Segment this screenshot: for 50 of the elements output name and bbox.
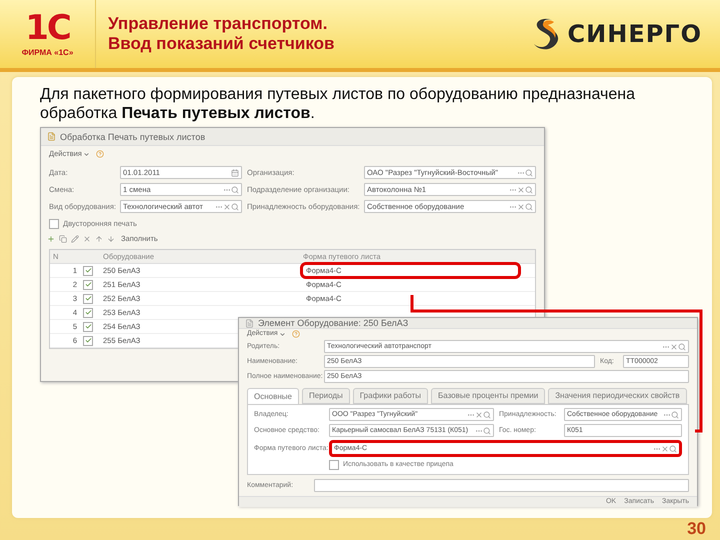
search-icon[interactable] <box>525 186 533 194</box>
clear-icon[interactable] <box>223 202 231 210</box>
clear-icon[interactable] <box>517 186 525 194</box>
help-icon[interactable] <box>292 330 300 338</box>
brand-name: СИНЕРГО <box>568 20 702 48</box>
tab[interactable]: Базовые проценты премии <box>430 388 546 404</box>
down-icon[interactable] <box>107 235 115 243</box>
clear-icon[interactable] <box>661 444 669 452</box>
checkbox[interactable] <box>83 336 93 346</box>
search-icon[interactable] <box>669 444 677 452</box>
search-icon[interactable] <box>231 186 239 194</box>
slide-title: Ввод показаний счетчиков <box>108 34 336 54</box>
copy-icon[interactable] <box>59 235 67 243</box>
delete-icon[interactable] <box>83 235 91 243</box>
tab[interactable]: Значения периодических свойств <box>548 388 687 404</box>
search-icon[interactable] <box>525 168 533 176</box>
intro-text: Для пакетного формирования путевых листов по оборудованию предназначена обработка Печать путевых листов. <box>40 85 636 123</box>
search-icon[interactable] <box>525 202 533 210</box>
search-icon[interactable] <box>483 410 491 418</box>
search-icon[interactable] <box>483 426 491 434</box>
checkbox[interactable] <box>83 308 93 318</box>
checkbox[interactable] <box>83 266 93 276</box>
calendar-icon[interactable] <box>231 168 239 176</box>
caret-icon <box>278 330 286 338</box>
up-icon[interactable] <box>95 235 103 243</box>
logo-caption: ФИРМА «1С» <box>22 48 74 57</box>
window-title: Обработка Печать путевых листов <box>60 132 206 142</box>
search-icon[interactable] <box>678 342 686 350</box>
page-number: 30 <box>687 519 706 539</box>
help-icon[interactable] <box>96 150 104 158</box>
clear-icon[interactable] <box>670 342 678 350</box>
checkbox[interactable] <box>329 460 339 470</box>
search-icon[interactable] <box>231 202 239 210</box>
input-field[interactable] <box>314 479 689 492</box>
checkbox[interactable] <box>83 294 93 304</box>
tab[interactable]: Периоды <box>302 388 350 404</box>
checkbox[interactable] <box>49 219 59 229</box>
tab[interactable]: Графики работы <box>352 388 428 404</box>
add-icon[interactable] <box>47 235 55 243</box>
tab[interactable]: Основные <box>247 388 299 404</box>
clear-icon[interactable] <box>475 410 483 418</box>
clear-icon[interactable] <box>517 202 525 210</box>
caret-icon <box>82 150 90 158</box>
document-icon <box>47 132 56 141</box>
slide-title: Управление транспортом. <box>108 14 328 34</box>
search-icon[interactable] <box>671 410 679 418</box>
checkbox[interactable] <box>83 322 93 332</box>
logo-mark: 1С <box>25 11 70 45</box>
checkbox[interactable] <box>83 280 93 290</box>
edit-icon[interactable] <box>71 235 79 243</box>
